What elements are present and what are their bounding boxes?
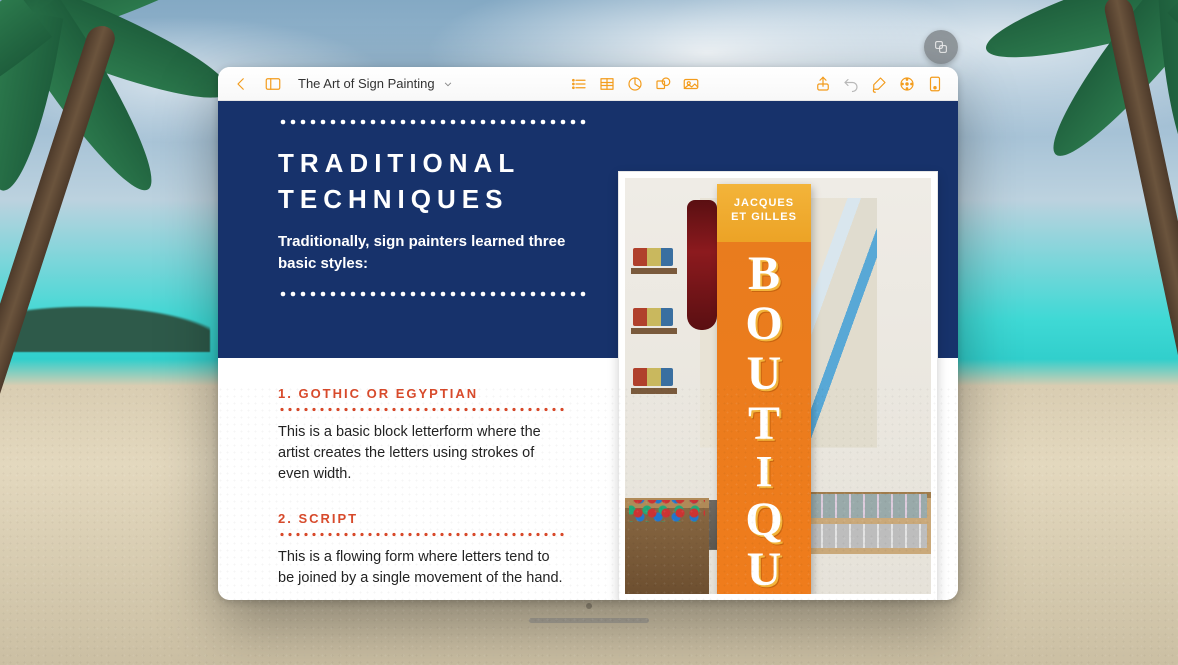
dot-divider-red (278, 407, 568, 412)
document-title-text: The Art of Sign Painting (298, 76, 435, 91)
palm-tree-right (1126, 0, 1178, 453)
insert-group (566, 71, 704, 97)
media-icon[interactable] (678, 71, 704, 97)
item-title-2: 2. SCRIPT (278, 511, 608, 526)
keynote-window: The Art of Sign Painting (218, 67, 958, 600)
sidebar-toggle-icon[interactable] (260, 71, 286, 97)
item-body-1: This is a basic block letterform where t… (278, 422, 568, 485)
dot-divider-top (278, 119, 588, 125)
shape-icon[interactable] (650, 71, 676, 97)
list-item: 1. GOTHIC OR EGYPTIAN This is a basic bl… (278, 386, 608, 485)
sign-letters: B O U T I Q U (717, 250, 811, 590)
sign-letter: U (747, 350, 782, 398)
toolbar: The Art of Sign Painting (218, 67, 958, 101)
share-icon[interactable] (810, 71, 836, 97)
chevron-down-icon (441, 77, 455, 91)
animate-icon[interactable] (894, 71, 920, 97)
sign-letter: O (745, 300, 782, 348)
sign-cap-line2: ET GILLES (717, 210, 811, 224)
island-decoration (0, 282, 210, 352)
sign-letter: T (748, 400, 780, 448)
item-title-1: 1. GOTHIC OR EGYPTIAN (278, 386, 608, 401)
photo-content: JACQUES ET GILLES B O U T I Q U (625, 178, 931, 594)
slide-body: 1. GOTHIC OR EGYPTIAN This is a basic bl… (278, 386, 608, 589)
dot-divider-mid (278, 291, 588, 297)
sign-letter: I (755, 450, 772, 494)
home-indicator[interactable] (529, 618, 649, 623)
slide-heading: TRADITIONAL TECHNIQUES (278, 145, 520, 217)
desktop-wallpaper: The Art of Sign Painting (0, 0, 1178, 665)
list-item: 2. SCRIPT This is a flowing form where l… (278, 511, 608, 589)
heading-line-1: TRADITIONAL (278, 145, 520, 181)
slide-canvas[interactable]: TRADITIONAL TECHNIQUES Traditionally, si… (218, 101, 958, 600)
heading-line-2: TECHNIQUES (278, 181, 520, 217)
sign-cap-line1: JACQUES (717, 196, 811, 210)
sign-board: JACQUES ET GILLES B O U T I Q U (717, 184, 811, 594)
list-icon[interactable] (566, 71, 592, 97)
back-button[interactable] (228, 71, 254, 97)
sign-letter: Q (745, 496, 782, 544)
page-indicator-dot (586, 603, 592, 609)
slide-photo[interactable]: JACQUES ET GILLES B O U T I Q U (618, 171, 938, 600)
actions-group (810, 71, 948, 97)
sign-letter: U (747, 546, 782, 594)
format-brush-icon[interactable] (866, 71, 892, 97)
document-options-icon[interactable] (922, 71, 948, 97)
sign-caption: JACQUES ET GILLES (717, 184, 811, 242)
window-layout-icon[interactable] (924, 30, 958, 64)
document-title[interactable]: The Art of Sign Painting (292, 76, 461, 91)
undo-icon[interactable] (838, 71, 864, 97)
chart-icon[interactable] (622, 71, 648, 97)
item-body-2: This is a flowing form where letters ten… (278, 547, 568, 589)
dot-divider-red (278, 532, 568, 537)
table-icon[interactable] (594, 71, 620, 97)
sign-letter: B (748, 250, 780, 298)
slide-subtitle: Traditionally, sign painters learned thr… (278, 231, 578, 275)
palm-tree-left (0, 6, 95, 474)
